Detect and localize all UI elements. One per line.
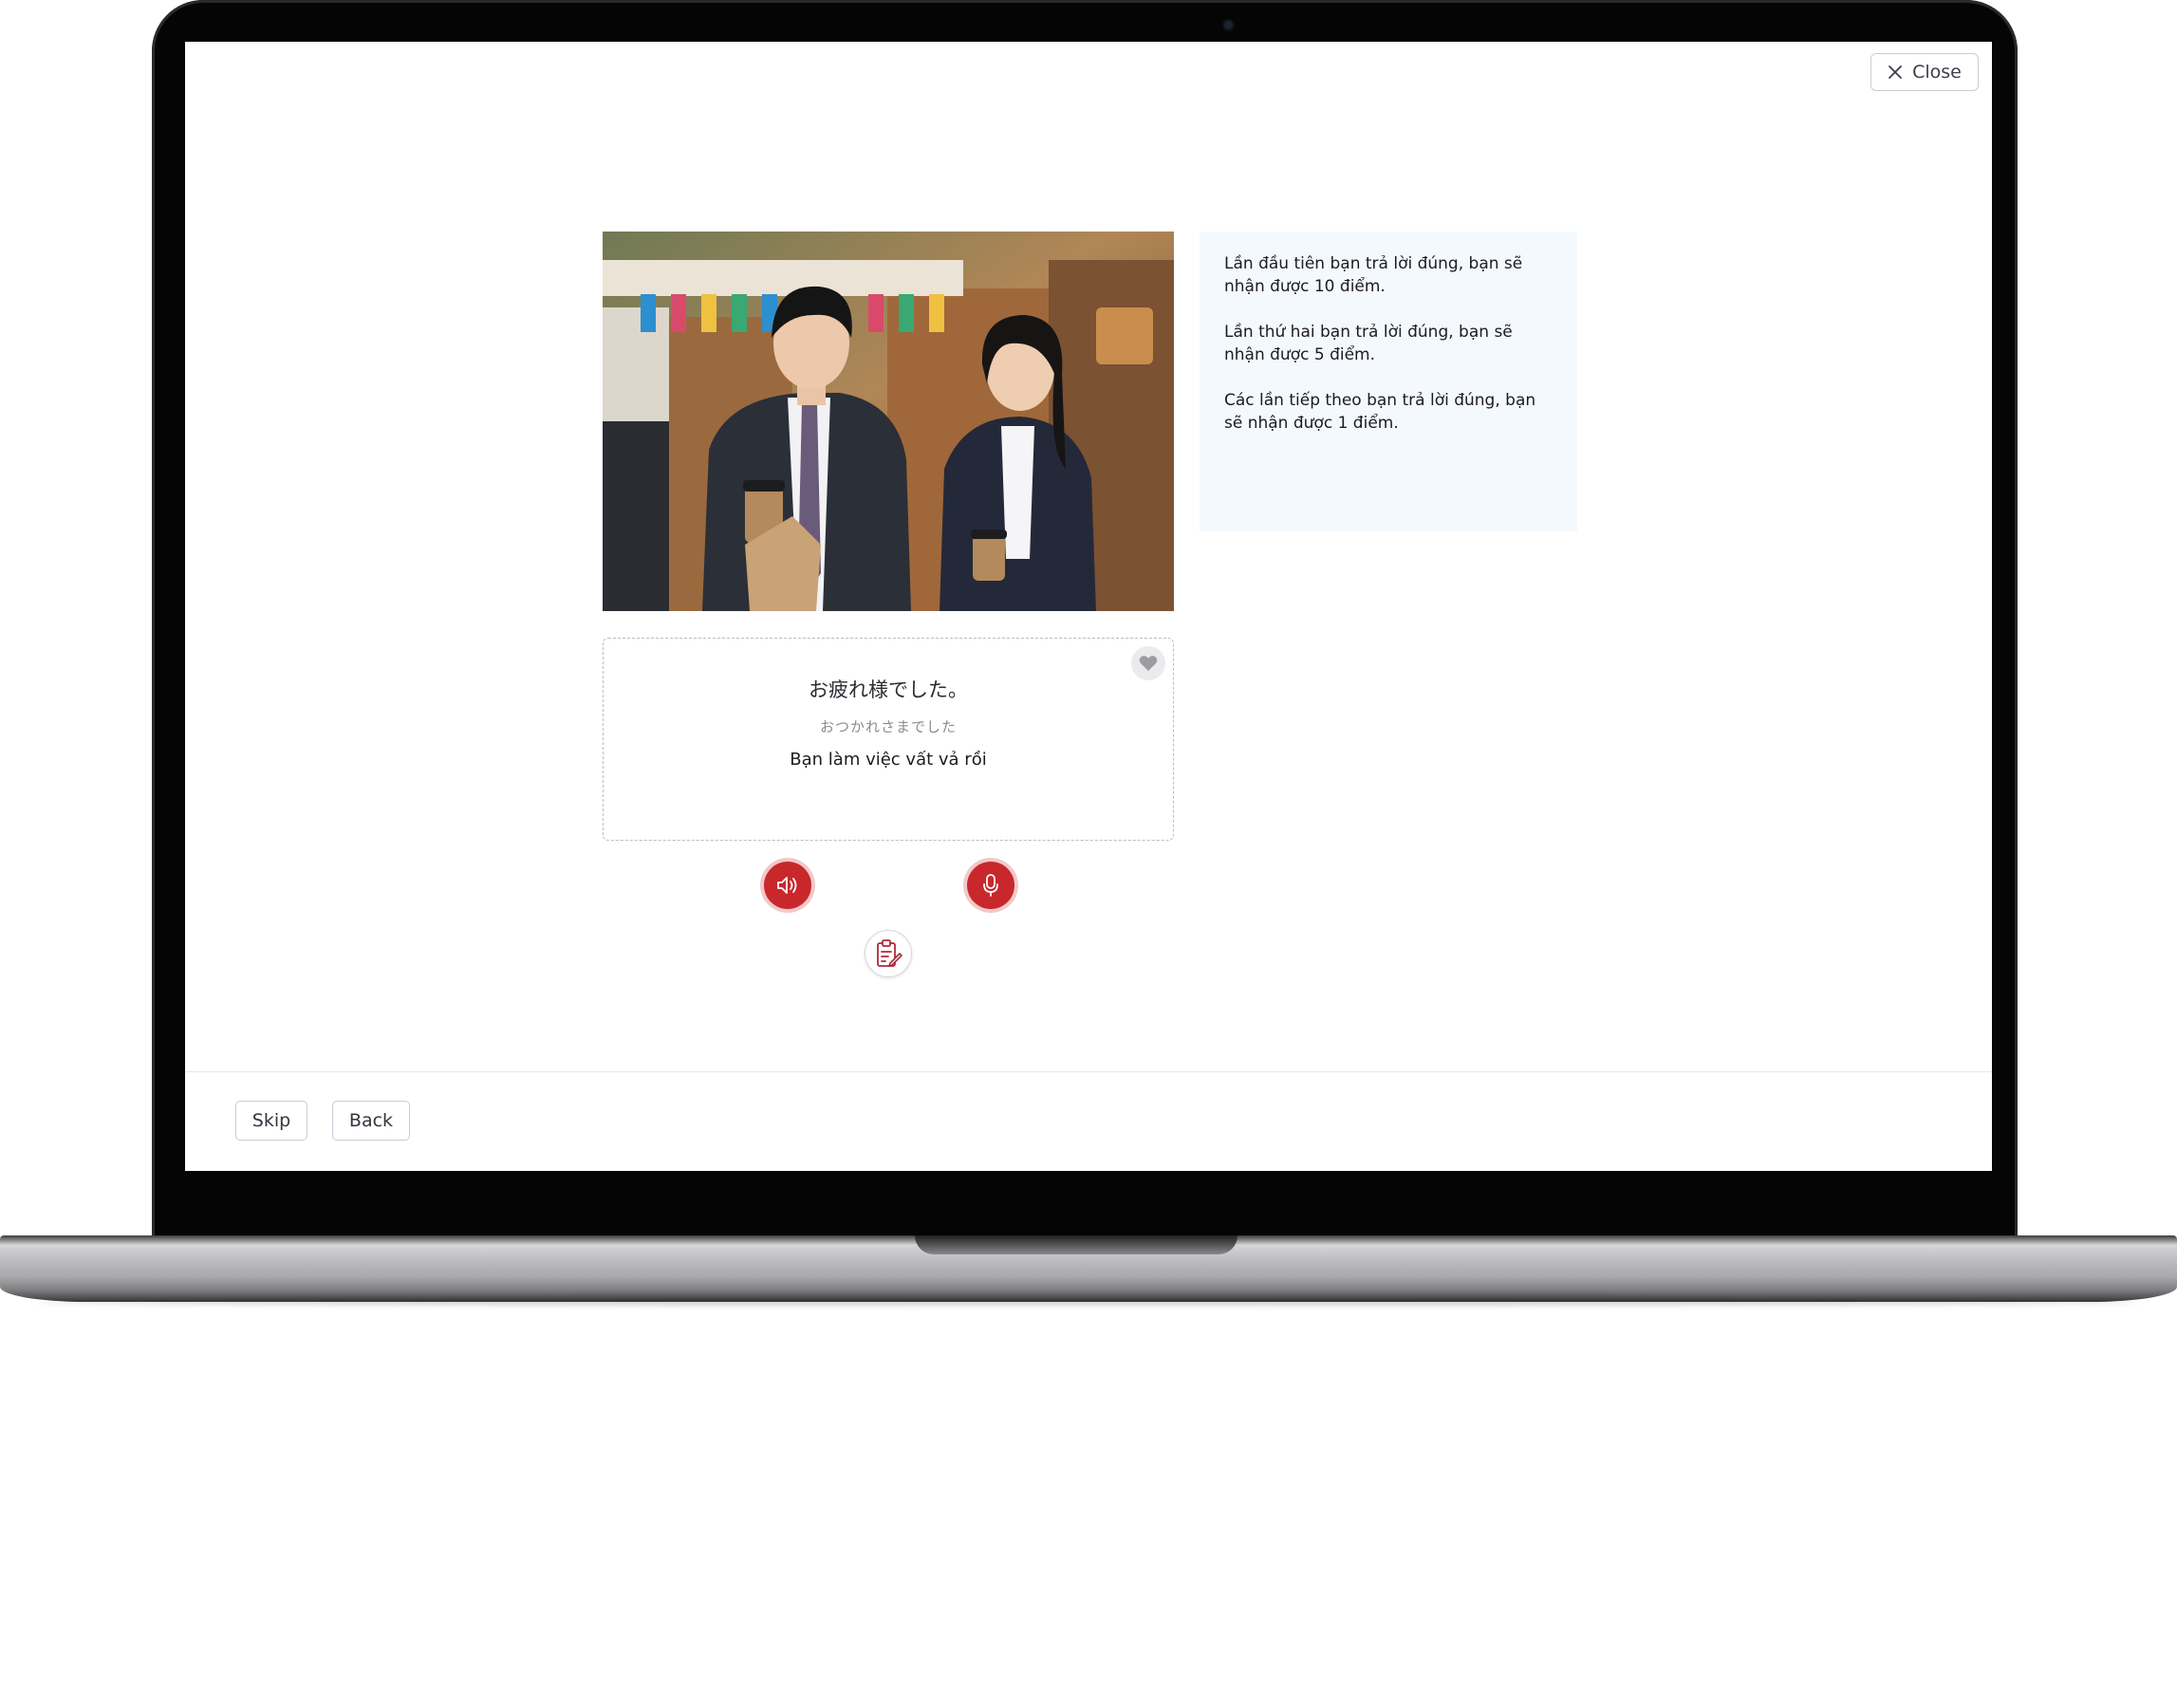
- speaker-icon: [777, 877, 797, 894]
- play-audio-button[interactable]: [764, 862, 811, 909]
- close-button[interactable]: Close: [1870, 53, 1979, 91]
- favorite-button[interactable]: [1131, 646, 1165, 680]
- heart-icon: [1139, 656, 1158, 671]
- kanji-text: お疲れ様でした。: [809, 678, 968, 701]
- back-button[interactable]: Back: [332, 1101, 410, 1141]
- info-text: Các lần tiếp theo bạn trả lời đúng, bạn …: [1224, 391, 1536, 433]
- record-voice-button[interactable]: [967, 862, 1014, 909]
- laptop-shadow: [38, 1298, 2139, 1306]
- skip-button[interactable]: Skip: [235, 1101, 307, 1141]
- laptop-notch: [915, 1235, 1237, 1254]
- close-icon: [1889, 65, 1903, 79]
- close-label: Close: [1912, 62, 1962, 83]
- info-text: Lần đầu tiên bạn trả lời đúng, bạn sẽ nh…: [1224, 254, 1523, 296]
- footer-bar: Skip Back: [185, 1071, 1992, 1171]
- lesson-image: [603, 232, 1174, 611]
- kana-text: おつかれさまでした: [819, 718, 957, 735]
- microphone-icon: [983, 874, 998, 897]
- vocab-card: お疲れ様でした。 おつかれさまでした Bạn làm việc vất vả r…: [603, 638, 1174, 841]
- scoring-info-panel: Lần đầu tiên bạn trả lời đúng, bạn sẽ nh…: [1200, 232, 1577, 531]
- meaning-text: Bạn làm việc vất vả rồi: [790, 750, 987, 770]
- info-text: Lần thứ hai bạn trả lời đúng, bạn sẽ nhậ…: [1224, 323, 1513, 364]
- lesson-photo-illustration: [603, 232, 1174, 611]
- app-screen: Close Lần đầu tiên bạn trả lời đúng, bạn…: [185, 42, 1992, 1171]
- clipboard-edit-icon: [877, 939, 902, 967]
- camera: [1224, 21, 1233, 29]
- note-button[interactable]: [865, 930, 912, 977]
